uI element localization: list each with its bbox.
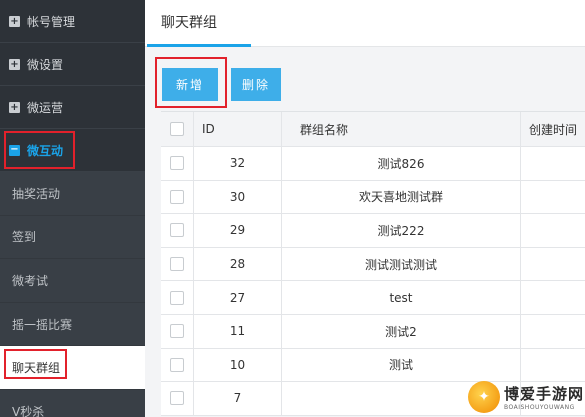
cell-created: [521, 315, 585, 348]
sidebar-group-label: 微运营: [27, 100, 64, 115]
cell-id: 29: [194, 214, 282, 247]
column-header-name: 群组名称: [282, 112, 521, 146]
groups-table: ID 群组名称 创建时间 32 测试826 30 欢天喜地测试群 29 测试22…: [161, 111, 585, 416]
sidebar-item-chat-groups[interactable]: 聊天群组: [0, 346, 145, 390]
cell-created: [521, 181, 585, 214]
sidebar-item-label: 抽奖活动: [12, 186, 61, 201]
watermark-logo-icon: ✦: [468, 380, 500, 413]
cell-created: [521, 214, 585, 247]
sidebar-group-account[interactable]: + 帐号管理: [0, 0, 145, 43]
table-row: 11 测试2: [161, 314, 585, 349]
cell-id: 27: [194, 281, 282, 314]
sidebar: + 帐号管理 + 微设置 + 微运营 − 微互动 抽奖活动 签到 微考试 摇一摇…: [0, 0, 145, 417]
cell-created: [521, 248, 585, 281]
main-content: 聊天群组 新增 删除 ID 群组名称 创建时间 32 测试826 30 欢天喜地…: [145, 0, 585, 417]
sidebar-item-checkin[interactable]: 签到: [0, 215, 145, 260]
row-checkbox[interactable]: [170, 357, 184, 372]
row-checkbox[interactable]: [170, 223, 184, 238]
column-header-created: 创建时间: [529, 122, 578, 137]
table-row: 28 测试测试测试: [161, 247, 585, 282]
sidebar-group-interaction[interactable]: − 微互动: [0, 129, 145, 172]
table-row: 27 test: [161, 281, 585, 315]
sidebar-item-label: V秒杀: [12, 404, 45, 417]
cell-name: 测试222: [282, 214, 521, 247]
row-checkbox[interactable]: [170, 290, 184, 305]
sidebar-item-label: 摇一摇比赛: [12, 317, 73, 332]
sidebar-item-shake[interactable]: 摇一摇比赛: [0, 302, 145, 347]
watermark-title: 博爱手游网: [504, 384, 585, 403]
cell-id: 32: [194, 147, 282, 180]
sidebar-item-exam[interactable]: 微考试: [0, 259, 145, 303]
highlight-box: [4, 131, 75, 169]
plus-icon: +: [9, 101, 20, 113]
row-checkbox[interactable]: [170, 257, 184, 272]
sidebar-group-operations[interactable]: + 微运营: [0, 86, 145, 129]
table-header: ID 群组名称 创建时间: [161, 112, 585, 147]
delete-button[interactable]: 删除: [231, 68, 281, 101]
row-checkbox[interactable]: [170, 324, 184, 339]
cell-id: 11: [194, 314, 282, 348]
cell-id: 7: [194, 382, 282, 415]
table-row: 32 测试826: [161, 147, 585, 181]
sidebar-item-label: 签到: [12, 230, 37, 245]
plus-icon: +: [9, 58, 20, 70]
cell-name: test: [282, 281, 521, 314]
cell-name: 测试测试测试: [282, 247, 521, 281]
table-row: 29 测试222: [161, 214, 585, 248]
tab-chat-groups[interactable]: 聊天群组: [161, 12, 217, 32]
sidebar-item-label: 微考试: [12, 273, 49, 288]
sidebar-group-label: 微设置: [27, 57, 64, 72]
tab-bar: 聊天群组: [145, 0, 585, 47]
highlight-box: [4, 349, 67, 380]
cell-id: 28: [194, 247, 282, 281]
cell-created: [521, 147, 585, 180]
sidebar-item-flash-sale[interactable]: V秒杀: [0, 389, 145, 417]
row-checkbox[interactable]: [170, 156, 184, 171]
highlight-box: [155, 57, 227, 108]
cell-name: 测试2: [282, 314, 521, 348]
tab-active-indicator: [147, 44, 251, 47]
cell-name: 测试826: [282, 147, 521, 180]
cell-id: 30: [194, 180, 282, 214]
sidebar-group-settings[interactable]: + 微设置: [0, 43, 145, 86]
row-checkbox[interactable]: [170, 189, 184, 204]
row-checkbox[interactable]: [170, 391, 184, 406]
watermark-subtitle: BOAISHOUYOUWANG: [504, 403, 575, 411]
sidebar-group-label: 帐号管理: [27, 14, 76, 29]
select-all-checkbox[interactable]: [170, 122, 184, 136]
cell-name: 欢天喜地测试群: [282, 180, 521, 214]
sidebar-item-lottery[interactable]: 抽奖活动: [0, 172, 145, 216]
plus-icon: +: [9, 15, 20, 27]
table-row: 30 欢天喜地测试群: [161, 180, 585, 215]
watermark: ✦ 博爱手游网 BOAISHOUYOUWANG: [468, 376, 585, 417]
toolbar: 新增 删除: [145, 48, 585, 110]
cell-id: 10: [194, 348, 282, 382]
column-header-id: ID: [194, 112, 282, 146]
cell-created: [521, 281, 585, 314]
